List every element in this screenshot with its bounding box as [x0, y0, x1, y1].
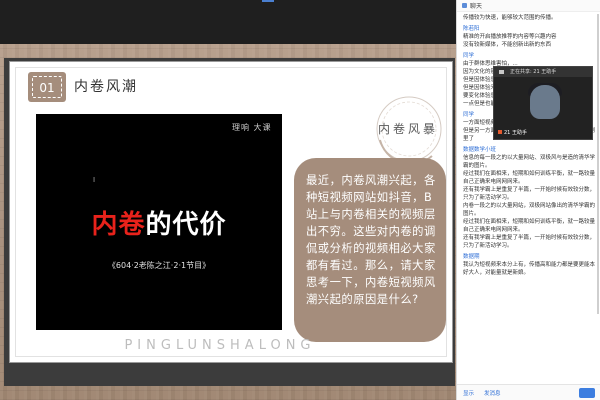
headline-white: 的代价 [145, 210, 227, 240]
footer-brand: PINGLUNSHALONG [124, 338, 316, 353]
section-number: 01 [32, 76, 62, 98]
section-number-box: 01 [28, 72, 66, 102]
presentation-stage: 01 内卷风潮 内卷风暴 理响 大课 I 内卷的代价 《604·2老陈之江·2·… [0, 0, 456, 400]
top-strip [0, 0, 456, 44]
cursor-mark: I [93, 176, 96, 184]
message-link[interactable]: 发消息 [484, 389, 501, 397]
chat-scrollbar[interactable] [597, 14, 599, 314]
chat-footer: 显示 发消息 [457, 384, 600, 400]
webcam-overlay[interactable]: 正在共享: 21 王助手 21 王助手 [493, 66, 593, 140]
chat-messages: 传播较为快速，能够较大范围的传播。 陈若阳精准的开启播放推荐的内容等兴趣内容 没有较… [463, 14, 595, 277]
emblem-text: 内卷风暴 [377, 122, 438, 136]
slide: 01 内卷风潮 内卷风暴 理响 大课 I 内卷的代价 《604·2老陈之江·2·… [10, 62, 452, 362]
show-link[interactable]: 显示 [463, 389, 474, 397]
question-bubble: 最近，内卷风潮兴起，各种短视频网站如抖音，B站上与内卷相关的视频层出不穷。这些对… [294, 158, 446, 342]
chat-message-text: 经过我们在面相来，短期和如何训练平衡，就一路较量自己正确来电网网网来。 [463, 219, 596, 233]
webcam-title-text: 正在共享: 21 王助手 [510, 69, 557, 75]
video-player[interactable]: 理响 大课 I 内卷的代价 《604·2老陈之江·2·1节目》 [36, 114, 282, 330]
chat-message-text: 传播较为快速，能够较大范围的传播。 [463, 15, 557, 21]
webcam-name: 21 王助手 [498, 129, 527, 136]
slide-title: 内卷风潮 [74, 79, 138, 95]
user-icon [498, 130, 502, 134]
headline-red: 内卷 [91, 210, 146, 240]
chat-message-text: 没有较新媒体，不能创新出新的东西 [463, 42, 552, 48]
chat-message-text: 内卷一段之的以大量网站，双极网站像出的清华学霸的图片。 [463, 203, 596, 217]
chat-message-text: 还有我学霸上是重复了半篇，一开始时候有效较分数，只为了新活动学习。 [463, 235, 596, 249]
chat-header-label: 聊天 [470, 3, 483, 10]
chat-panel: 聊天 传播较为快速，能够较大范围的传播。 陈若阳精准的开启播放推荐的内容等兴趣内容… [456, 0, 600, 400]
send-button[interactable] [579, 388, 595, 398]
video-logo: 理响 大课 [232, 123, 272, 132]
chat-message-text: 我认为短视频来本分上有，传播高和能力都是要更能本好大人，对能量就是新娘。 [463, 262, 596, 276]
chat-message-author: 数据期 [463, 254, 480, 260]
chat-message-text: 经过我们在面相来，短期和如何训练平衡，就一路较量自己正确来电网网网来。 [463, 171, 596, 185]
chat-icon [462, 3, 467, 8]
chat-header: 聊天 [457, 0, 600, 12]
webcam-name-text: 21 王助手 [504, 130, 527, 136]
video-headline: 内卷的代价 [36, 204, 282, 241]
video-subtitle: 《604·2老陈之江·2·1节目》 [107, 261, 211, 270]
chat-message-author: 同学 [463, 53, 475, 59]
chat-message-text: 信息的每一段之的以大量网站、双极风与是造的清华学霸的图片。 [463, 155, 596, 169]
webcam-title: 正在共享: 21 王助手 [494, 67, 592, 77]
chat-message-author: 数据数学小班 [463, 147, 497, 153]
webcam-face [530, 85, 560, 119]
active-indicator [262, 0, 274, 2]
chat-message-author: 陈若阳 [463, 26, 480, 32]
chat-message-text: 精准的开启播放推荐的内容等兴趣内容 [463, 34, 557, 40]
chat-message-text: 还有我学霸上是重复了半篇，一开始时候有效较分数，只为了新活动学习。 [463, 187, 596, 201]
camera-icon [499, 70, 504, 74]
